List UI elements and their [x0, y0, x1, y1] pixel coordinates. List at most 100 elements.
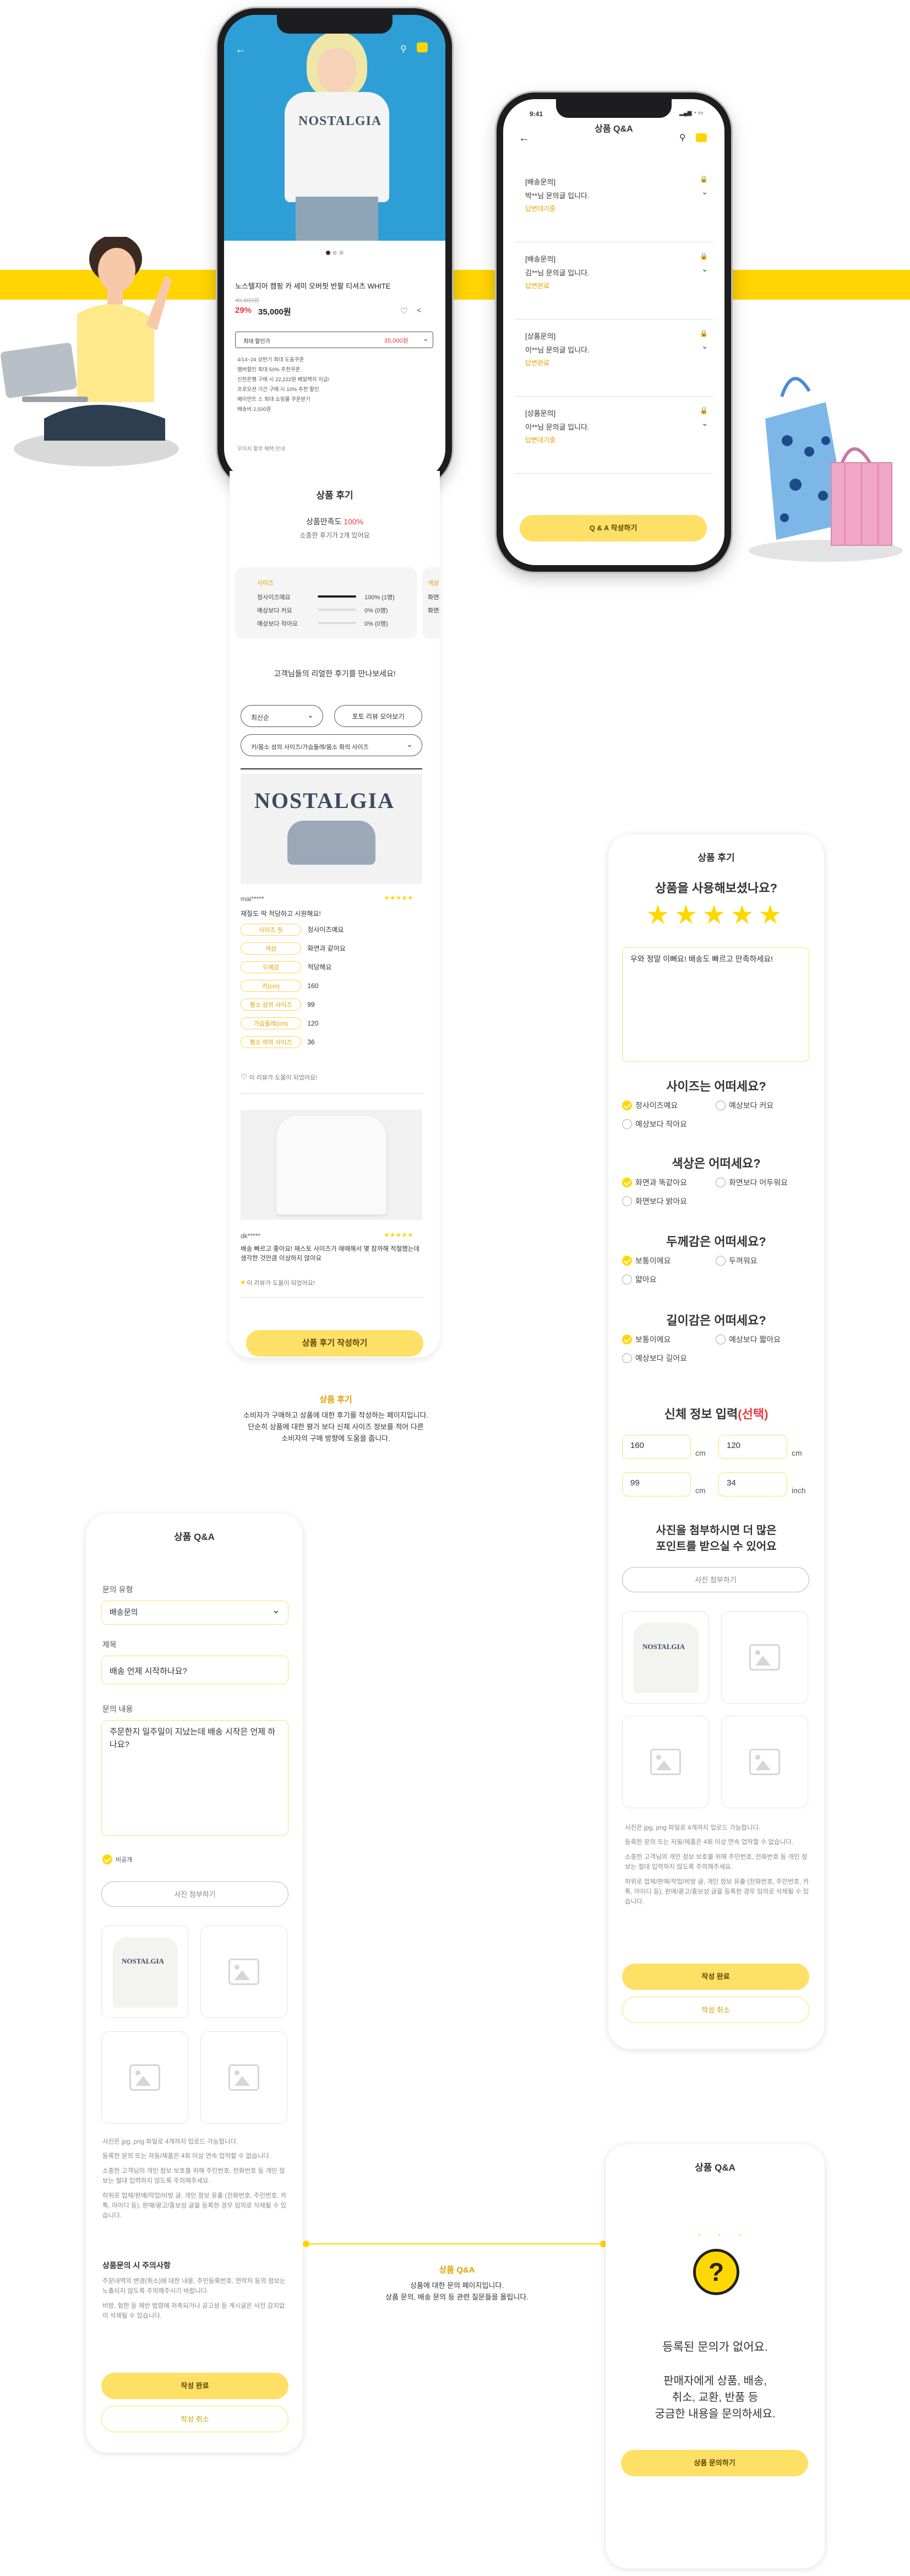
- body-info-title: 신체 정보 입력: [664, 1407, 738, 1421]
- info-row: 사이즈 핏 정사이즈예요: [241, 924, 422, 942]
- question-thickness: 두께감은 어떠세요?: [666, 1235, 766, 1249]
- cancel-button[interactable]: 작성 취소: [622, 1997, 809, 2023]
- qa-list-item[interactable]: [상품문의] 🔒 이**님 문의글 입니다. ⌄ 답변완료: [514, 319, 713, 397]
- chevron-down-icon: ⌄: [701, 341, 708, 350]
- info-row: 평소 상의 사이즈 99: [241, 999, 422, 1017]
- notes: 사진은 jpg, png 파일로 4개까지 업로드 가능합니다. 등록한 문의 …: [102, 2137, 287, 2221]
- size-stats-box: 사이즈 정사이즈예요 100% (1명) 예상보다 커요 0% (0명) 예상보…: [235, 567, 417, 639]
- option-label: 보통이에요: [635, 1335, 671, 1344]
- coupon-box[interactable]: 최대 할인가 35,000원 ⌄: [235, 332, 433, 348]
- stat-label: 예상보다 커요: [257, 608, 292, 614]
- lock-icon: 🔒: [700, 329, 708, 337]
- caution-item: 주문내역의 변경(취소)에 대한 내용, 주민등록번호, 연락처 등의 정보는 …: [102, 2278, 286, 2295]
- option-length-normal[interactable]: 보통이에요: [622, 1334, 671, 1345]
- option-thick-thick[interactable]: 두꺼워요: [716, 1255, 758, 1266]
- bottom-size-input[interactable]: 34: [718, 1472, 787, 1496]
- option-label: 정사이즈예요: [635, 1101, 678, 1110]
- section-title: 상품 후기: [316, 490, 353, 501]
- question-length: 길이감은 어떠세요?: [666, 1314, 766, 1327]
- caution-title: 상품문의 시 주의사항: [102, 2261, 171, 2270]
- review-count: 소중한 후기가 2개 있어요: [299, 532, 370, 539]
- question-size: 사이즈는 어떠세요?: [666, 1080, 766, 1093]
- share-icon[interactable]: <: [417, 306, 421, 314]
- review-text: 배송 빠르고 좋아요! 재스토 사이즈가 애매해서 몇 참까해 적절했는데 생각…: [241, 1246, 419, 1262]
- qa-type: [배송문의]: [525, 255, 556, 263]
- star-rating[interactable]: ★★★★★: [608, 899, 824, 930]
- photo-placeholder[interactable]: [721, 1611, 808, 1704]
- note-item: 소중한 고객님의 개인 정보 보호를 위해 주민번호, 전화번호 등 개인 정보…: [625, 1853, 808, 1871]
- sort-select[interactable]: 최신순 ⌄: [241, 705, 323, 727]
- height-input[interactable]: 160: [622, 1435, 691, 1459]
- review-textarea[interactable]: 우와 정말 이뻐요! 배송도 빠르고 만족하세요!: [622, 947, 809, 1062]
- submit-button[interactable]: 작성 완료: [622, 1964, 809, 1990]
- photo-thumb[interactable]: NOSTALGIA: [622, 1611, 709, 1704]
- submit-button[interactable]: 작성 완료: [101, 2373, 288, 2399]
- filter-label: 키/몸소 성의 사이즈/가슴둘레/몸소 화의 사이즈: [251, 744, 369, 751]
- option-size-regular[interactable]: 정사이즈예요: [622, 1100, 678, 1111]
- info-tag: 사이즈 핏: [241, 924, 301, 936]
- option-size-small[interactable]: 예상보다 작아요: [622, 1119, 687, 1130]
- photo-placeholder[interactable]: [721, 1716, 808, 1808]
- photo-review-button[interactable]: 포토 리뷰 모아보기: [334, 705, 422, 727]
- qa-write-button[interactable]: Q & A 작성하기: [520, 515, 707, 541]
- type-label: 문의 유형: [102, 1585, 133, 1594]
- note-item: 허위로 업체/판매/작업/비방 글, 개인 정보 유출 (전화번호, 주민번호,…: [102, 2192, 287, 2220]
- info-value: 화면과 같아요: [307, 945, 346, 952]
- product-name: 노스텔지아 캠핑 카 세미 오버핏 반팔 티셔츠 WHITE: [235, 282, 391, 290]
- benefit-item: 페이먼트 스 최대 쇼핑몰 쿠폰받기: [237, 397, 310, 403]
- lock-icon: 🔒: [700, 175, 708, 183]
- qa-list-phone: 9:41 ▂▄▆ ◔ ▭ ← 상품 Q&A ⚲ [배송문의] 🔒 박**님 문의…: [497, 93, 731, 572]
- qa-list-item[interactable]: [배송문의] 🔒 박**님 문의글 입니다. ⌄ 답변대기중: [514, 165, 713, 242]
- photo-attach-button[interactable]: 사진 첨부하기: [622, 1567, 809, 1592]
- photo-placeholder[interactable]: [101, 2031, 188, 2124]
- info-value: 적당해요: [307, 963, 332, 971]
- search-icon[interactable]: ⚲: [400, 44, 407, 55]
- note-item: 사진은 jpg, png 파일로 4개까지 업로드 가능합니다.: [102, 2139, 238, 2145]
- heart-icon[interactable]: ♡: [400, 306, 408, 317]
- search-icon[interactable]: ⚲: [679, 132, 686, 143]
- content-textarea[interactable]: 주문한지 일주일이 지났는데 배송 시작은 언제 하나요?: [101, 1720, 288, 1836]
- option-length-short[interactable]: 예상보다 짧아요: [716, 1334, 781, 1345]
- option-thick-normal[interactable]: 보통이에요: [622, 1255, 671, 1266]
- option-label: 두꺼워요: [729, 1256, 758, 1265]
- print-text: NOSTALGIA: [254, 788, 395, 813]
- size-filter-select[interactable]: 키/몸소 성의 사이즈/가슴둘레/몸소 화의 사이즈 ⌄: [241, 734, 422, 756]
- cart-icon[interactable]: [696, 133, 707, 142]
- photo-placeholder[interactable]: [622, 1716, 709, 1808]
- option-color-brighter[interactable]: 화면보다 밝아요: [622, 1196, 687, 1207]
- write-review-button[interactable]: 상품 후기 작성하기: [246, 1330, 423, 1357]
- info-row: 키(cm) 160: [241, 980, 422, 999]
- top-size-input[interactable]: 99: [622, 1472, 691, 1496]
- helpful-button[interactable]: ♥ 이 리뷰가 도움이 되었어요!: [241, 1278, 315, 1287]
- review-list-card: 상품 후기 상품만족도 100% 소중한 후기가 2개 있어요 사이즈 정사이즈…: [230, 471, 440, 1358]
- installment-link[interactable]: 무이자 할부 혜택 안내: [237, 444, 285, 452]
- photo-thumb[interactable]: NOSTALGIA: [101, 1926, 188, 2018]
- option-length-long[interactable]: 예상보다 길어요: [622, 1353, 687, 1364]
- option-size-large[interactable]: 예상보다 커요: [716, 1100, 773, 1111]
- option-color-same[interactable]: 화면과 똑같아요: [622, 1177, 687, 1188]
- ask-question-button[interactable]: 상품 문의하기: [621, 2450, 808, 2476]
- option-color-darker[interactable]: 화면보다 어두워요: [716, 1177, 788, 1188]
- photo-attach-button[interactable]: 사진 첨부하기: [101, 1881, 288, 1907]
- secret-checkbox[interactable]: 비공개: [102, 1854, 132, 1865]
- subject-input[interactable]: 배송 언제 시작하나요?: [101, 1656, 288, 1684]
- qa-empty-card: 상품 Q&A ? • · • · • 등록된 문의가 없어요. 판매자에게 상품…: [606, 2144, 825, 2568]
- photo-placeholder[interactable]: [200, 2031, 287, 2124]
- color-stats-title: 색상: [428, 580, 439, 587]
- print-text: NOSTALGIA: [642, 1642, 685, 1651]
- chest-input[interactable]: 120: [718, 1435, 787, 1459]
- reviewer-id: dk*****: [241, 1232, 261, 1240]
- back-arrow-icon[interactable]: ←: [235, 44, 246, 56]
- print-text: NOSTALGIA: [122, 1957, 165, 1965]
- helpful-button[interactable]: ♡ 이 리뷰가 도움이 되었어요!: [241, 1072, 317, 1082]
- cart-icon[interactable]: [417, 42, 428, 52]
- qa-list-item[interactable]: [상품문의] 🔒 이**님 문의글 입니다. ⌄ 답변대기중: [514, 397, 713, 474]
- chevron-down-icon: ⌄: [271, 1604, 280, 1615]
- option-thick-thin[interactable]: 얇아요: [622, 1274, 657, 1285]
- cancel-button[interactable]: 작성 취소: [101, 2406, 288, 2432]
- chevron-down-icon: ⌄: [307, 711, 314, 719]
- type-select[interactable]: 배송문의 ⌄: [101, 1601, 288, 1625]
- photo-placeholder[interactable]: [200, 1926, 287, 2018]
- qa-list-item[interactable]: [배송문의] 🔒 김**님 문의글 입니다. ⌄ 답변완료: [514, 242, 713, 319]
- sort-label: 최신순: [251, 714, 270, 722]
